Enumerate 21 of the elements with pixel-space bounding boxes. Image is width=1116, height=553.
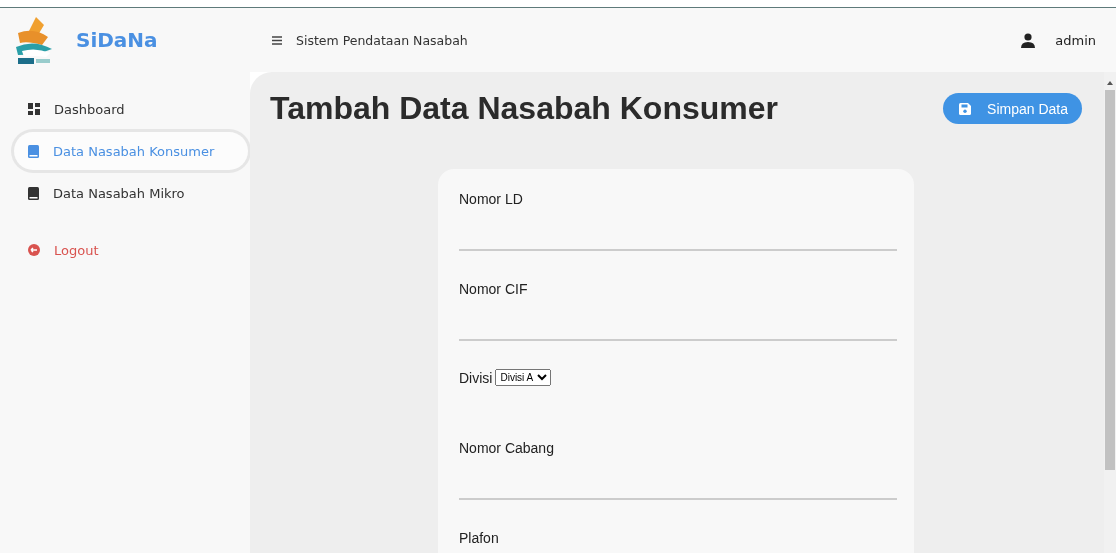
scrollbar-thumb[interactable]	[1105, 90, 1115, 470]
page-title: Tambah Data Nasabah Konsumer	[270, 90, 778, 127]
field-label: Nomor CIF	[459, 281, 529, 297]
scroll-up-icon[interactable]	[1106, 80, 1114, 86]
user-name[interactable]: admin	[1055, 32, 1096, 48]
dashboard-icon	[28, 103, 40, 115]
division-select[interactable]: Divisi A	[495, 369, 552, 386]
save-icon	[959, 102, 972, 115]
logout-icon	[28, 244, 40, 256]
field-label: Nomor Cabang	[459, 440, 555, 456]
sidebar-item[interactable]: Data Nasabah Mikro	[14, 174, 248, 212]
book-icon	[28, 186, 39, 200]
menu-icon[interactable]	[272, 35, 282, 45]
user-icon[interactable]	[1021, 32, 1036, 48]
field-label: Divisi	[459, 369, 493, 386]
field-label: Plafon	[459, 530, 500, 546]
field-label: Nomor LD	[459, 191, 524, 207]
sidebar-item[interactable]: Logout	[14, 231, 248, 269]
header-title: Sistem Pendataan Nasabah	[296, 32, 468, 48]
book-icon	[28, 144, 39, 158]
sidebar-item[interactable]: Dashboard	[14, 90, 248, 128]
